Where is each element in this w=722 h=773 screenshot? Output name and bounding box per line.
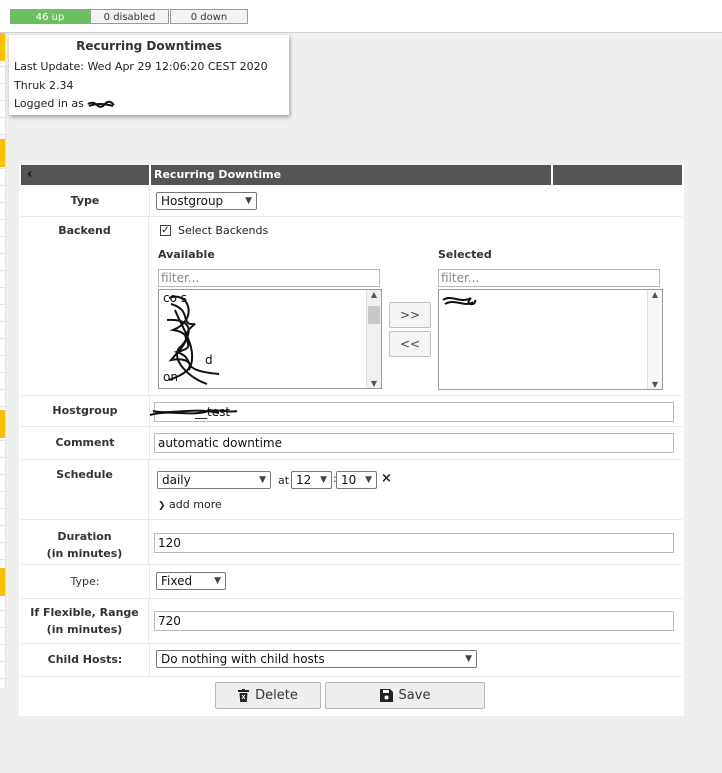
logged-in-label: Logged in as — [14, 97, 84, 110]
row-backend: Backend ✓ Select Backends Available Sele… — [21, 217, 682, 396]
type-select-value: Hostgroup — [161, 194, 224, 208]
schedule-frequency-value: daily — [162, 473, 191, 487]
svg-text:d: d — [205, 353, 213, 367]
schedule-label: Schedule — [21, 460, 149, 519]
strip-marker — [0, 33, 5, 61]
add-more-label: add more — [169, 498, 222, 511]
chevron-down-icon: ▼ — [214, 576, 221, 586]
scroll-thumb[interactable] — [368, 306, 380, 324]
available-list-scrollbar[interactable]: ▲ ▼ — [366, 290, 381, 388]
type-select[interactable]: Hostgroup ▼ — [156, 192, 257, 210]
child-hosts-value: Do nothing with child hosts — [161, 652, 325, 666]
status-disabled[interactable]: 0 disabled — [90, 9, 169, 24]
strip-marker — [0, 139, 5, 167]
info-box: Recurring Downtimes Last Update: Wed Apr… — [9, 35, 289, 115]
comment-input[interactable]: automatic downtime — [154, 433, 674, 453]
strip-marker — [0, 568, 5, 596]
delete-button[interactable]: Delete — [215, 682, 321, 709]
version: Thruk 2.34 — [14, 79, 74, 92]
top-bar: 46 up 0 disabled 0 down — [0, 0, 722, 33]
downtime-type-value: Fixed — [161, 574, 193, 588]
strip-marker — [0, 410, 5, 438]
save-button-label: Save — [398, 688, 431, 703]
chevron-down-icon: ❯ — [158, 501, 166, 511]
scroll-up-icon[interactable]: ▲ — [648, 290, 662, 299]
child-hosts-label: Child Hosts: — [21, 644, 150, 676]
downtime-type-select[interactable]: Fixed ▼ — [156, 572, 226, 590]
scroll-up-icon[interactable]: ▲ — [367, 290, 381, 299]
row-child-hosts: Child Hosts: Do nothing with child hosts… — [21, 644, 682, 677]
save-button[interactable]: Save — [325, 682, 485, 709]
floppy-disk-icon — [379, 689, 393, 702]
row-comment: Comment automatic downtime — [21, 427, 682, 460]
select-backends-checkbox[interactable]: ✓ — [160, 225, 171, 236]
available-backends-list[interactable]: co s d on ▲ ▼ — [158, 289, 382, 389]
move-right-button[interactable]: >> — [389, 302, 431, 328]
redacted-username-scribble — [87, 100, 116, 108]
remove-schedule-icon[interactable]: × — [381, 471, 392, 486]
minute-value: 10 — [341, 473, 357, 487]
info-title: Recurring Downtimes — [76, 39, 222, 53]
backend-label: Backend — [21, 217, 149, 395]
duration-label: Duration (in minutes) — [21, 520, 149, 564]
status-down[interactable]: 0 down — [170, 9, 248, 24]
redacted-selected-backend-scribble — [442, 297, 477, 306]
downtime-type-label: Type: — [21, 565, 150, 598]
selected-filter-input[interactable]: filter... — [438, 269, 660, 287]
comment-label: Comment — [21, 427, 150, 459]
add-more-link[interactable]: ❯ add more — [158, 498, 222, 511]
duration-label-sub: (in minutes) — [46, 547, 123, 560]
duration-input[interactable]: 120 — [154, 533, 674, 553]
scroll-down-icon[interactable]: ▼ — [648, 380, 662, 389]
row-downtime-type: Type: Fixed ▼ — [21, 565, 682, 599]
child-hosts-select[interactable]: Do nothing with child hosts ▼ — [156, 650, 477, 668]
left-side-strip — [0, 33, 6, 688]
move-left-button[interactable]: << — [389, 331, 431, 357]
chevron-down-icon: ▼ — [259, 475, 266, 485]
flexible-range-label-sub: (in minutes) — [46, 623, 123, 636]
row-hostgroup: Hostgroup __test — [21, 396, 682, 427]
chevron-down-icon: ▼ — [365, 475, 372, 485]
hour-select[interactable]: 12 ▼ — [291, 471, 332, 489]
form-title: Recurring Downtime — [154, 168, 282, 181]
duration-label-text: Duration — [57, 530, 112, 543]
hostgroup-value: __test — [195, 405, 231, 419]
row-flexible-range: If Flexible, Range (in minutes) 720 — [21, 599, 682, 644]
chevron-down-icon: ▼ — [245, 196, 252, 206]
trash-icon — [238, 689, 250, 702]
row-duration: Duration (in minutes) 120 — [21, 520, 682, 565]
recurring-downtime-form: ‹ Recurring Downtime Type Hostgroup ▼ Ba… — [19, 165, 684, 716]
available-heading: Available — [158, 248, 215, 261]
hour-value: 12 — [296, 473, 312, 487]
chevron-down-icon: ▼ — [320, 475, 327, 485]
delete-button-label: Delete — [255, 688, 298, 703]
schedule-frequency-select[interactable]: daily ▼ — [157, 471, 271, 489]
svg-text:co s: co s — [163, 291, 187, 305]
hostgroup-input[interactable]: __test — [149, 402, 674, 422]
last-update: Last Update: Wed Apr 29 12:06:20 CEST 20… — [14, 60, 268, 73]
selected-list-scrollbar[interactable]: ▲ ▼ — [647, 290, 662, 389]
selected-heading: Selected — [438, 248, 492, 261]
redacted-backend-names-scribble: co s d on — [163, 291, 220, 385]
back-button[interactable]: ‹ — [21, 165, 151, 185]
type-label: Type — [21, 186, 150, 216]
header-divider — [551, 165, 553, 185]
at-label: at — [278, 474, 290, 487]
minute-select[interactable]: 10 ▼ — [336, 471, 377, 489]
status-up[interactable]: 46 up — [10, 9, 90, 24]
selected-backends-list[interactable]: ▲ ▼ — [438, 289, 663, 390]
flexible-range-input[interactable]: 720 — [154, 611, 674, 631]
available-filter-input[interactable]: filter... — [158, 269, 380, 287]
flexible-range-label: If Flexible, Range (in minutes) — [21, 599, 149, 643]
row-schedule: Schedule daily ▼ at 12 ▼ : 10 ▼ × ❯ add … — [21, 460, 682, 520]
chevron-left-icon: ‹ — [27, 167, 33, 182]
logged-in-line: Logged in as — [14, 97, 116, 110]
select-backends-label: Select Backends — [178, 224, 269, 237]
chevron-down-icon: ▼ — [465, 654, 472, 664]
row-type: Type Hostgroup ▼ — [21, 186, 682, 217]
scroll-down-icon[interactable]: ▼ — [367, 379, 381, 388]
flexible-range-label-text: If Flexible, Range — [30, 606, 139, 619]
form-header: ‹ Recurring Downtime — [21, 165, 682, 185]
hostgroup-label: Hostgroup — [21, 396, 150, 426]
